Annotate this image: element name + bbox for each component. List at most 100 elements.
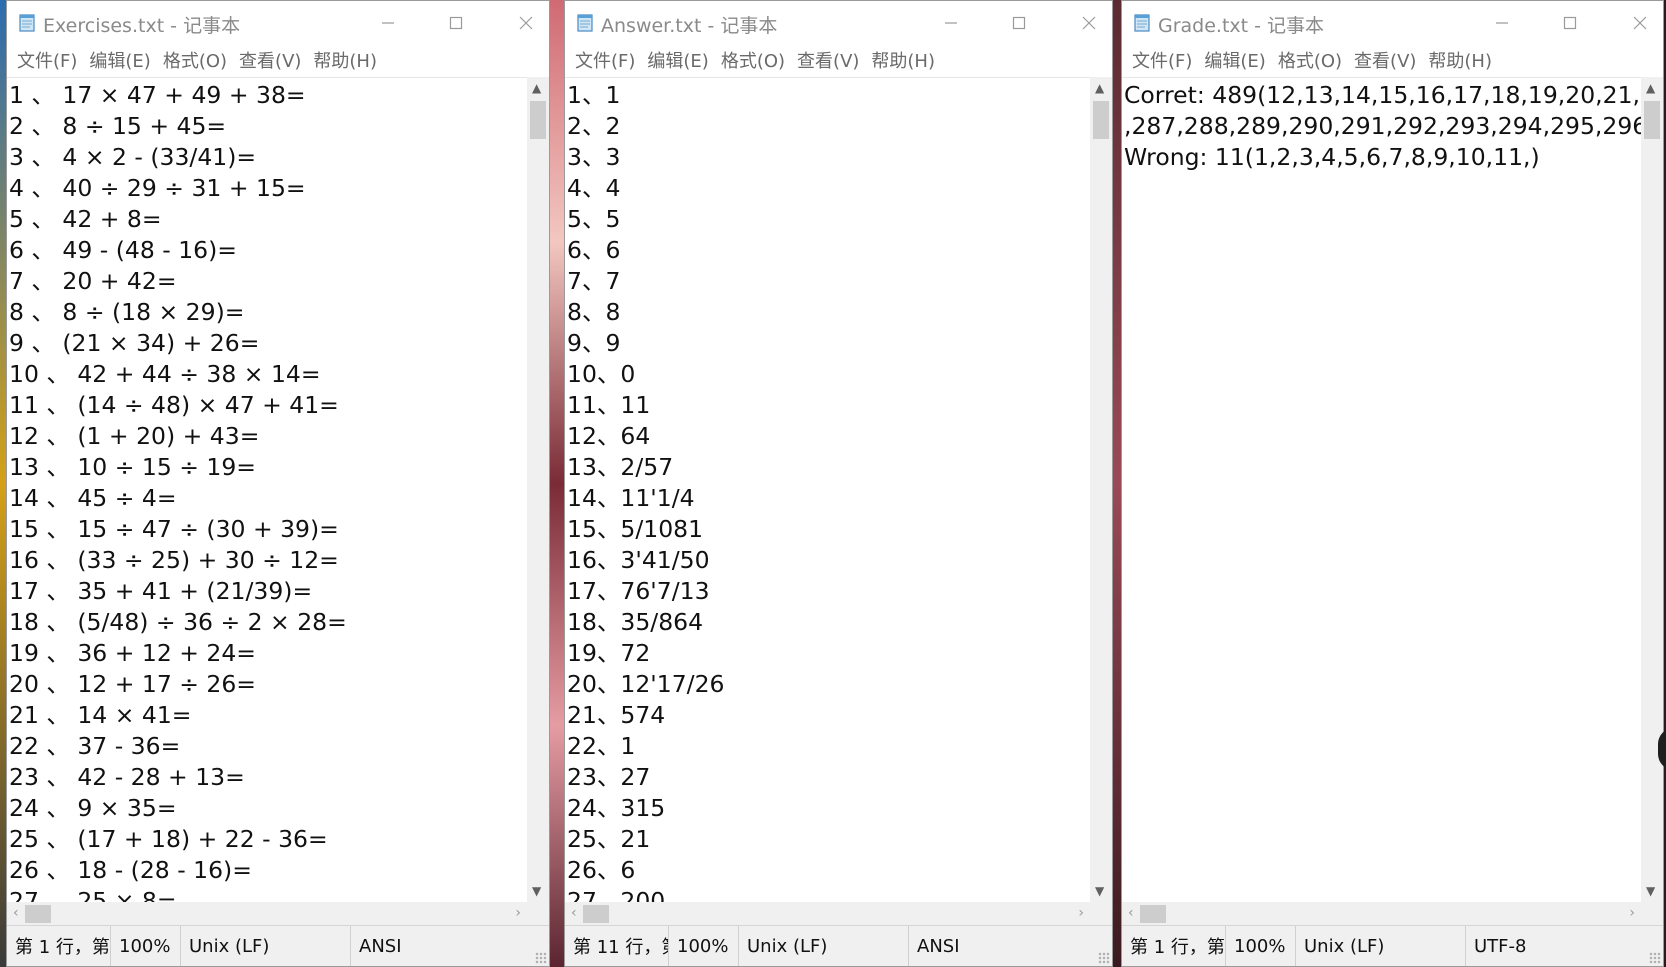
resize-grip[interactable] <box>535 952 547 964</box>
text-line: 7、7 <box>567 267 621 295</box>
vertical-scrollbar[interactable]: ▲ ▼ <box>1090 77 1112 902</box>
chevron-right-icon[interactable]: › <box>1078 905 1084 921</box>
notepad-window-exercises[interactable]: Exercises.txt - 记事本 文件(F) 编辑(E) 格式(O) 查看(V)… <box>6 0 550 967</box>
text-line: 19 、 36 + 12 + 24= <box>9 639 257 667</box>
scrollbar-corner <box>1090 902 1112 926</box>
text-line: 23 、 42 - 28 + 13= <box>9 763 245 791</box>
chevron-up-icon[interactable]: ▲ <box>1646 81 1655 95</box>
text-line: 26、6 <box>567 856 636 884</box>
maximize-button[interactable] <box>433 1 479 45</box>
resize-grip[interactable] <box>1098 952 1110 964</box>
close-button[interactable] <box>1066 1 1112 45</box>
window-title: Grade.txt - 记事本 <box>1158 15 1325 37</box>
vertical-scrollbar[interactable]: ▲ ▼ <box>527 77 549 902</box>
text-line: 14 、 45 ÷ 4= <box>9 484 177 512</box>
text-line: Wrong: 11(1,2,3,4,5,6,7,8,9,10,11,) <box>1124 143 1540 171</box>
text-line: 2、2 <box>567 112 621 140</box>
text-line: 4、4 <box>567 174 621 202</box>
chevron-down-icon[interactable]: ▼ <box>1095 884 1104 898</box>
text-editor-area[interactable]: 1 、 17 × 47 + 49 + 38= 2 、 8 ÷ 15 + 45= 3 … <box>7 77 527 902</box>
minimize-button[interactable] <box>1479 1 1525 45</box>
menu-item[interactable]: 查看(V) <box>791 47 865 73</box>
chevron-right-icon[interactable]: › <box>1629 905 1635 921</box>
title-bar[interactable]: Answer.txt - 记事本 <box>565 1 1112 45</box>
menu-item[interactable]: 编辑(E) <box>1198 47 1271 73</box>
text-line: 2 、 8 ÷ 15 + 45= <box>9 112 227 140</box>
desktop-background-strip <box>1113 0 1121 967</box>
minimize-button[interactable] <box>928 1 974 45</box>
scroll-thumb[interactable] <box>530 101 546 139</box>
maximize-button[interactable] <box>1547 1 1593 45</box>
desktop-background-strip <box>550 0 564 967</box>
text-line: 9 、 (21 × 34) + 26= <box>9 329 260 357</box>
chevron-left-icon[interactable]: ‹ <box>571 905 577 921</box>
text-line: 13、2/57 <box>567 453 674 481</box>
chevron-up-icon[interactable]: ▲ <box>532 81 541 95</box>
chevron-up-icon[interactable]: ▲ <box>1095 81 1104 95</box>
horizontal-scrollbar[interactable]: ‹ › <box>565 902 1090 926</box>
text-line: 13 、 10 ÷ 15 ÷ 19= <box>9 453 257 481</box>
chevron-down-icon[interactable]: ▼ <box>532 884 541 898</box>
title-bar[interactable]: Grade.txt - 记事本 <box>1122 1 1663 45</box>
text-line: 4 、 40 ÷ 29 ÷ 31 + 15= <box>9 174 306 202</box>
chevron-down-icon[interactable]: ▼ <box>1646 884 1655 898</box>
menu-item[interactable]: 帮助(H) <box>865 47 941 73</box>
status-zoom: 100% <box>1226 926 1296 966</box>
notepad-window-grade[interactable]: Grade.txt - 记事本 文件(F) 编辑(E) 格式(O) 查看(V) 帮助(H… <box>1121 0 1664 967</box>
text-line: 26 、 18 - (28 - 16)= <box>9 856 252 884</box>
maximize-button[interactable] <box>996 1 1042 45</box>
horizontal-scrollbar[interactable]: ‹ › <box>1122 902 1641 926</box>
menu-item[interactable]: 帮助(H) <box>1422 47 1498 73</box>
window-title: Answer.txt - 记事本 <box>601 15 778 37</box>
scroll-thumb[interactable] <box>1093 101 1109 139</box>
scroll-thumb[interactable] <box>1644 101 1660 139</box>
horizontal-scroll-thumb[interactable] <box>1140 905 1166 923</box>
title-bar[interactable]: Exercises.txt - 记事本 <box>7 1 549 45</box>
close-button[interactable] <box>1617 1 1663 45</box>
menu-item[interactable]: 文件(F) <box>1126 47 1198 73</box>
maximize-icon <box>1012 16 1026 30</box>
menu-item[interactable]: 编辑(E) <box>83 47 156 73</box>
menu-bar: 文件(F) 编辑(E) 格式(O) 查看(V) 帮助(H) <box>7 45 549 75</box>
status-bar: 第 1 行，第 100% Unix (LF) ANSI <box>7 925 549 966</box>
chevron-left-icon[interactable]: ‹ <box>13 905 19 921</box>
text-line: 20、12'17/26 <box>567 670 725 698</box>
text-line: 27 、 25 × 8= <box>9 887 177 902</box>
menu-item[interactable]: 帮助(H) <box>307 47 383 73</box>
status-bar: 第 11 行，第 100% Unix (LF) ANSI <box>565 925 1112 966</box>
horizontal-scroll-thumb[interactable] <box>25 905 51 923</box>
menu-item[interactable]: 查看(V) <box>233 47 307 73</box>
chevron-right-icon[interactable]: › <box>515 905 521 921</box>
text-line: 1、1 <box>567 81 621 109</box>
vertical-scrollbar[interactable]: ▲ ▼ <box>1641 77 1663 902</box>
text-line: 10 、 42 + 44 ÷ 38 × 14= <box>9 360 321 388</box>
menu-item[interactable]: 文件(F) <box>569 47 641 73</box>
menu-item[interactable]: 编辑(E) <box>641 47 714 73</box>
minimize-icon <box>945 22 957 24</box>
text-line: 25、21 <box>567 825 651 853</box>
text-line: 24 、 9 × 35= <box>9 794 177 822</box>
chevron-left-icon[interactable]: ‹ <box>1128 905 1134 921</box>
text-line: 6、6 <box>567 236 621 264</box>
menu-item[interactable]: 格式(O) <box>1272 47 1348 73</box>
notepad-icon <box>575 13 595 33</box>
text-line: 16 、 (33 ÷ 25) + 30 ÷ 12= <box>9 546 339 574</box>
menu-item[interactable]: 查看(V) <box>1348 47 1422 73</box>
text-editor-area[interactable]: Corret: 489(12,13,14,15,16,17,18,19,20,2… <box>1122 77 1641 902</box>
menu-item[interactable]: 格式(O) <box>715 47 791 73</box>
text-lines: 1、1 2、2 3、3 4、4 5、5 6、6 7、7 8、8 9、9 10、0 11、11 12、6… <box>565 78 1090 902</box>
close-button[interactable] <box>503 1 549 45</box>
horizontal-scrollbar[interactable]: ‹ › <box>7 902 527 926</box>
text-line: 9、9 <box>567 329 621 357</box>
minimize-button[interactable] <box>365 1 411 45</box>
menu-item[interactable]: 格式(O) <box>157 47 233 73</box>
status-line-ending: Unix (LF) <box>1296 926 1466 966</box>
menu-bar: 文件(F) 编辑(E) 格式(O) 查看(V) 帮助(H) <box>565 45 1112 75</box>
resize-grip[interactable] <box>1649 952 1661 964</box>
text-line: 3、3 <box>567 143 621 171</box>
text-line: 8 、 8 ÷ (18 × 29)= <box>9 298 245 326</box>
menu-item[interactable]: 文件(F) <box>11 47 83 73</box>
notepad-window-answer[interactable]: Answer.txt - 记事本 文件(F) 编辑(E) 格式(O) 查看(V) 帮助(… <box>564 0 1113 967</box>
text-editor-area[interactable]: 1、1 2、2 3、3 4、4 5、5 6、6 7、7 8、8 9、9 10、0 11、11 12、6… <box>565 77 1090 902</box>
horizontal-scroll-thumb[interactable] <box>583 905 609 923</box>
